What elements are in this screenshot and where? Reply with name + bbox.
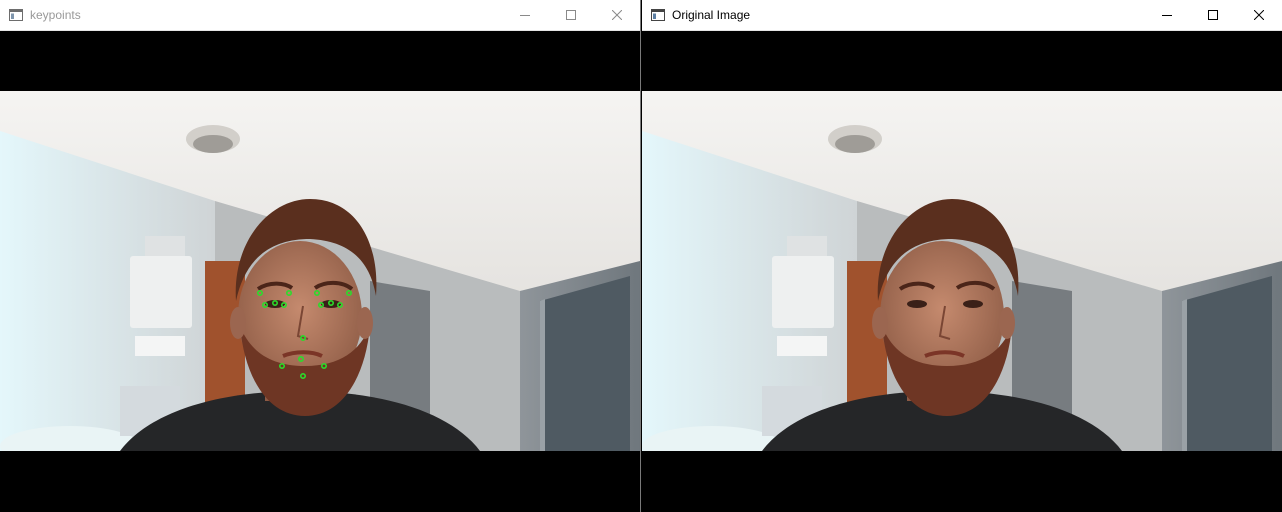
keypoints-window[interactable]: keypoints	[0, 0, 641, 512]
maximize-icon[interactable]	[548, 0, 594, 30]
minimize-icon[interactable]	[502, 0, 548, 30]
minimize-icon[interactable]	[1144, 0, 1190, 30]
window-app-icon	[650, 7, 666, 23]
image-viewport	[0, 31, 640, 512]
window-controls	[1144, 0, 1282, 30]
window-app-icon	[8, 7, 24, 23]
window-controls	[502, 0, 640, 30]
original-image-titlebar[interactable]: Original Image	[642, 0, 1282, 31]
image-viewport	[642, 31, 1282, 512]
maximize-icon[interactable]	[1190, 0, 1236, 30]
close-icon[interactable]	[594, 0, 640, 30]
keypoints-titlebar[interactable]: keypoints	[0, 0, 640, 31]
window-title: Original Image	[672, 8, 751, 22]
original-image	[642, 91, 1282, 451]
keypoints-image	[0, 91, 640, 451]
original-image-window[interactable]: Original Image	[642, 0, 1282, 512]
close-icon[interactable]	[1236, 0, 1282, 30]
window-title: keypoints	[30, 8, 81, 22]
keypoints-image-canvas	[0, 91, 640, 451]
original-image-canvas	[642, 91, 1282, 451]
